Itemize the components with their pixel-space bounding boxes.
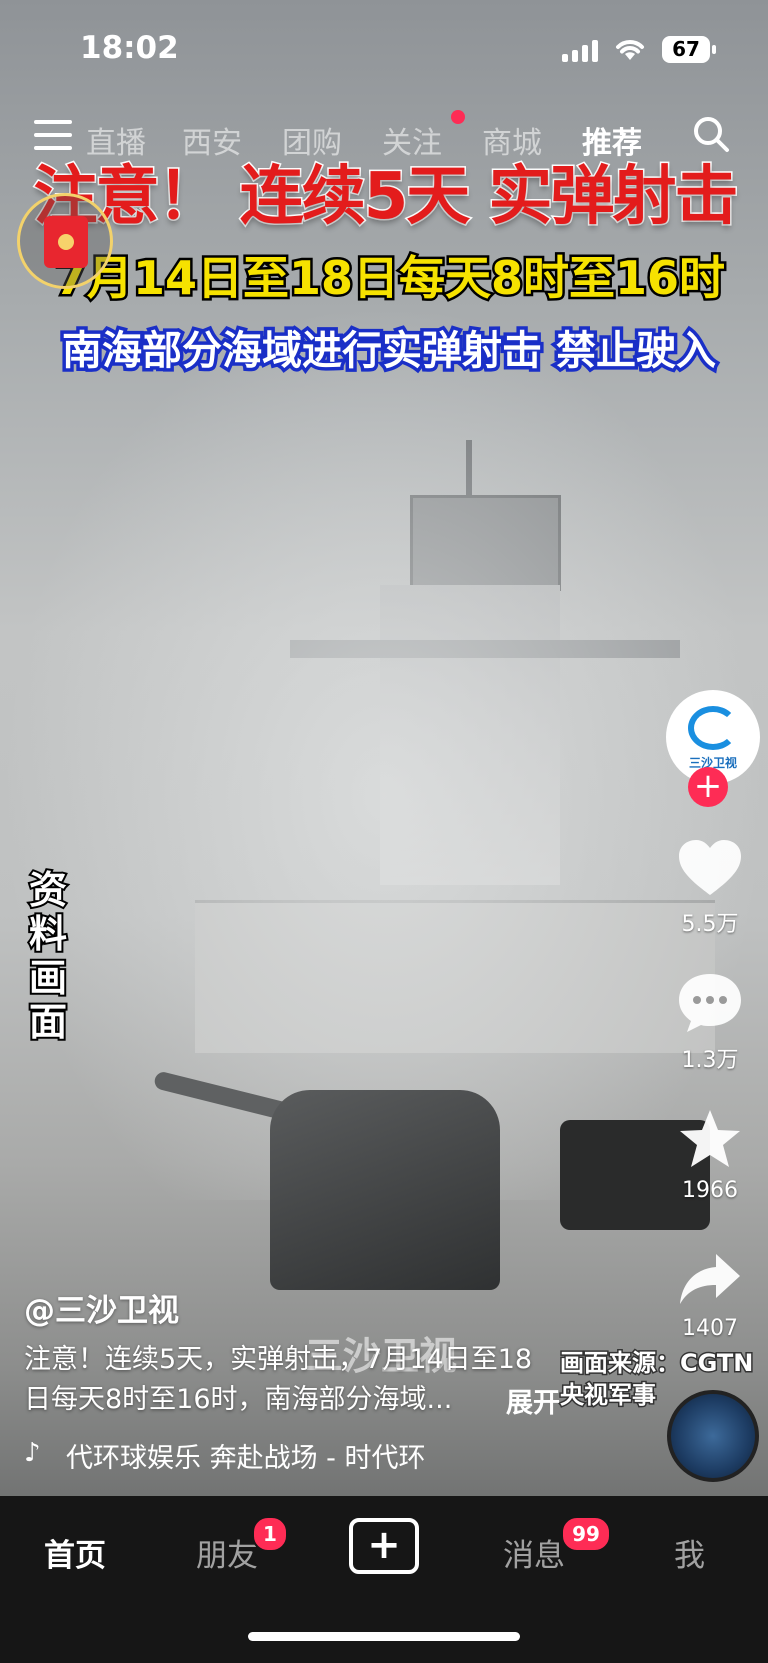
like-button[interactable]: 5.5万 [660, 838, 760, 938]
expand-button[interactable]: 展开 [506, 1381, 560, 1420]
wifi-icon [616, 40, 644, 60]
post-description[interactable]: 注意！连续5天，实弹射击，7月14日至18日每天8时至16时，南海部分海域... [24, 1340, 544, 1420]
nav-me[interactable]: 我 [674, 1530, 705, 1575]
share-count: 1407 [682, 1316, 738, 1341]
music-note-icon: ♪ [24, 1438, 41, 1468]
comment-count: 1.3万 [681, 1048, 739, 1073]
following-notification-dot [451, 110, 465, 124]
share-arrow-icon [680, 1254, 740, 1304]
archive-footage-label: 资料画面 [27, 866, 69, 1046]
footage-source: 画面来源：CGTN 央视军事 [558, 1347, 754, 1411]
home-indicator [248, 1632, 520, 1641]
video-headline: 注意！ 连续5天 实弹射击 [32, 159, 740, 236]
star-icon [680, 1110, 740, 1167]
heart-icon [679, 840, 741, 895]
share-button[interactable]: 1407 [660, 1252, 760, 1341]
status-bar: 18:02 67 [0, 0, 768, 100]
video-notice: 南海部分海域进行实弹射击 禁止驶入 [59, 325, 720, 378]
friends-badge: 1 [252, 1516, 288, 1552]
nav-home[interactable]: 首页 [44, 1530, 106, 1575]
favorite-button[interactable]: 1966 [660, 1108, 760, 1203]
comment-button[interactable]: 1.3万 [660, 972, 760, 1074]
messages-badge: 99 [561, 1516, 611, 1552]
battery-indicator: 67 [662, 36, 716, 63]
music-title[interactable]: 代环球娱乐 奔赴战场 - 时代环 [66, 1436, 486, 1475]
favorite-count: 1966 [682, 1178, 738, 1203]
footage-source-text: 画面来源：CGTN 央视军事 [558, 1348, 754, 1411]
cellular-signal-icon [562, 40, 598, 62]
video-feed-screen[interactable]: 18:02 67 直播 西安 团购 关注 商城 推荐 注意！ 连续5天 实弹射击… [0, 0, 768, 1663]
like-count: 5.5万 [681, 912, 739, 937]
follow-button[interactable]: + [688, 767, 728, 807]
nav-friends[interactable]: 朋友 [196, 1530, 258, 1575]
smoke-cloud [0, 300, 768, 1200]
video-subline: 7月14日至18日每天8时至16时 [52, 249, 727, 308]
gun-mount [270, 1090, 500, 1290]
bottom-tab-bar: 首页 朋友 1 + 消息 99 我 [0, 1496, 768, 1663]
nav-messages[interactable]: 消息 [503, 1530, 565, 1575]
status-time: 18:02 [80, 30, 179, 66]
create-post-button[interactable]: + [349, 1518, 419, 1574]
author-name[interactable]: @三沙卫视 [24, 1285, 179, 1330]
red-packet-icon[interactable] [17, 193, 113, 289]
comment-icon [679, 974, 741, 1032]
sansha-logo-icon [688, 706, 738, 750]
